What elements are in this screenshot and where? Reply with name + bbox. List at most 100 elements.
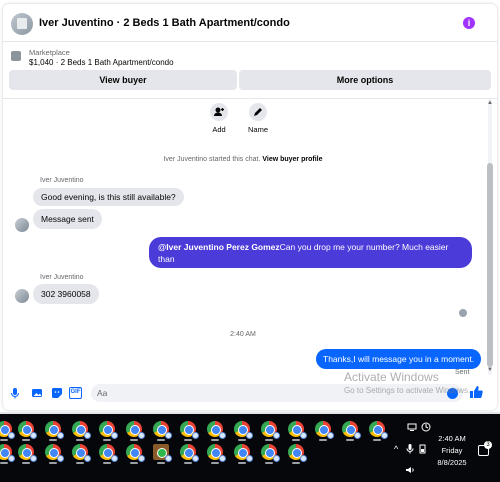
microphone-icon[interactable]	[9, 387, 21, 399]
profile-badge-icon	[381, 432, 388, 439]
chrome-taskbar-icon[interactable]	[288, 444, 307, 462]
system-clock[interactable]: 2:40 AM Friday 8/8/2025	[434, 433, 470, 469]
notification-center-icon[interactable]: 3	[478, 441, 492, 456]
network-icon[interactable]	[407, 422, 417, 434]
chrome-taskbar-icon[interactable]	[45, 421, 64, 439]
chrome-taskbar-icon[interactable]	[0, 421, 15, 439]
name-action[interactable]: Name	[238, 103, 278, 134]
seen-indicator-avatar	[459, 309, 467, 317]
listing-thumbnail[interactable]	[11, 51, 21, 61]
outgoing-message[interactable]: Thanks,I will message you in a moment.	[316, 349, 482, 369]
chrome-taskbar-icon[interactable]	[234, 444, 253, 462]
profile-badge-icon	[192, 455, 199, 462]
running-indicator	[292, 462, 300, 464]
sender-avatar[interactable]	[15, 289, 29, 303]
chrome-taskbar-icon[interactable]	[99, 444, 118, 462]
chrome-taskbar-icon[interactable]	[261, 444, 280, 462]
chrome-taskbar-icon[interactable]	[261, 421, 280, 439]
profile-badge-icon	[30, 455, 37, 462]
chrome-taskbar-icon[interactable]	[0, 444, 15, 462]
running-indicator	[22, 439, 30, 441]
profile-badge-icon	[30, 432, 37, 439]
onedrive-icon[interactable]	[421, 422, 431, 434]
incoming-message[interactable]: 302 3960058	[33, 284, 99, 304]
incoming-message[interactable]: Good evening, is this still available?	[33, 188, 184, 206]
chrome-taskbar-icon[interactable]	[180, 444, 199, 462]
scroll-thumb[interactable]	[487, 163, 493, 367]
chrome-taskbar-icon[interactable]	[342, 421, 361, 439]
pencil-icon	[249, 103, 267, 121]
chrome-taskbar-icon[interactable]	[45, 444, 64, 462]
sender-avatar[interactable]	[15, 218, 29, 232]
photo-icon[interactable]	[31, 387, 43, 399]
chat-started-note: Iver Juventino started this chat. View b…	[3, 156, 483, 163]
view-buyer-button[interactable]: View buyer	[9, 70, 237, 90]
running-indicator	[292, 439, 300, 441]
marketplace-listing-bar: Marketplace $1,040 · 2 Beds 1 Bath Apart…	[3, 42, 497, 99]
running-indicator	[22, 462, 30, 464]
chrome-taskbar-icon[interactable]	[207, 421, 226, 439]
incoming-message[interactable]: Message sent	[33, 209, 102, 229]
chrome-taskbar-icon[interactable]	[153, 444, 172, 462]
listing-subtitle: Marketplace	[29, 48, 70, 57]
scroll-down-arrow-icon[interactable]: ▼	[487, 367, 493, 373]
activate-windows-watermark: Activate Windows Go to Settings to activ…	[344, 370, 470, 395]
chrome-taskbar-icon[interactable]	[99, 421, 118, 439]
running-indicator	[265, 462, 273, 464]
sticker-icon[interactable]	[51, 387, 63, 399]
profile-badge-icon	[219, 455, 226, 462]
chrome-taskbar-icon[interactable]	[369, 421, 388, 439]
message-scrollbar[interactable]: ▲ ▼	[485, 99, 495, 375]
mention-tag[interactable]: @Iver Juventino Perez Gomez	[158, 242, 280, 252]
profile-badge-icon	[354, 432, 361, 439]
microphone-tray-icon[interactable]	[406, 444, 414, 456]
gif-icon[interactable]: GIF	[69, 387, 82, 399]
chat-panel: Iver Juventino · 2 Beds 1 Bath Apartment…	[3, 4, 497, 410]
running-indicator	[211, 462, 219, 464]
clock-date: 8/8/2025	[437, 458, 467, 467]
chat-title[interactable]: Iver Juventino · 2 Beds 1 Bath Apartment…	[39, 17, 290, 29]
more-options-button[interactable]: More options	[239, 70, 491, 90]
name-label: Name	[247, 125, 268, 134]
chrome-taskbar-icon[interactable]	[153, 421, 172, 439]
add-person-icon	[210, 103, 228, 121]
profile-badge-icon	[300, 455, 307, 462]
chrome-taskbar-icon[interactable]	[18, 421, 37, 439]
battery-icon[interactable]	[418, 444, 428, 456]
thumbs-up-icon[interactable]	[469, 385, 483, 402]
running-indicator	[103, 462, 111, 464]
running-indicator	[346, 439, 354, 441]
scroll-up-arrow-icon[interactable]: ▲	[487, 100, 493, 106]
messenger-window: Iver Juventino · 2 Beds 1 Bath Apartment…	[0, 0, 500, 412]
chrome-taskbar-icon[interactable]	[126, 421, 145, 439]
chrome-taskbar-icon[interactable]	[234, 421, 253, 439]
chrome-taskbar-icon[interactable]	[72, 421, 91, 439]
chrome-taskbar-icon[interactable]	[18, 444, 37, 462]
chrome-taskbar-icon[interactable]	[72, 444, 91, 462]
info-icon[interactable]: i	[463, 17, 475, 29]
view-buyer-profile-link[interactable]: View buyer profile	[262, 156, 322, 163]
chrome-taskbar-icon[interactable]	[180, 421, 199, 439]
chrome-taskbar-icon[interactable]	[315, 421, 334, 439]
add-contact-action[interactable]: Add	[199, 103, 239, 134]
message-text: bouncing messages back and forth here.	[158, 266, 312, 276]
chrome-taskbar-icon[interactable]	[126, 444, 145, 462]
profile-badge-icon	[246, 455, 253, 462]
chrome-taskbar-icon[interactable]	[288, 421, 307, 439]
outgoing-message[interactable]: @Iver Juventino Perez GomezCan you drop …	[149, 237, 472, 276]
listing-avatar[interactable]	[11, 13, 33, 35]
profile-badge-icon	[192, 432, 199, 439]
profile-badge-icon	[165, 455, 172, 462]
listing-title[interactable]: $1,040 · 2 Beds 1 Bath Apartment/condo	[29, 58, 174, 67]
running-indicator	[157, 439, 165, 441]
watermark-title: Activate Windows	[344, 370, 439, 384]
speaker-icon[interactable]	[405, 465, 415, 477]
profile-badge-icon	[138, 432, 145, 439]
profile-badge-icon	[111, 432, 118, 439]
running-indicator	[184, 462, 192, 464]
show-hidden-icons-chevron-icon[interactable]: ^	[394, 444, 398, 454]
profile-badge-icon	[57, 455, 64, 462]
profile-badge-icon	[138, 455, 145, 462]
chrome-taskbar-icon[interactable]	[207, 444, 226, 462]
running-indicator	[0, 439, 8, 441]
